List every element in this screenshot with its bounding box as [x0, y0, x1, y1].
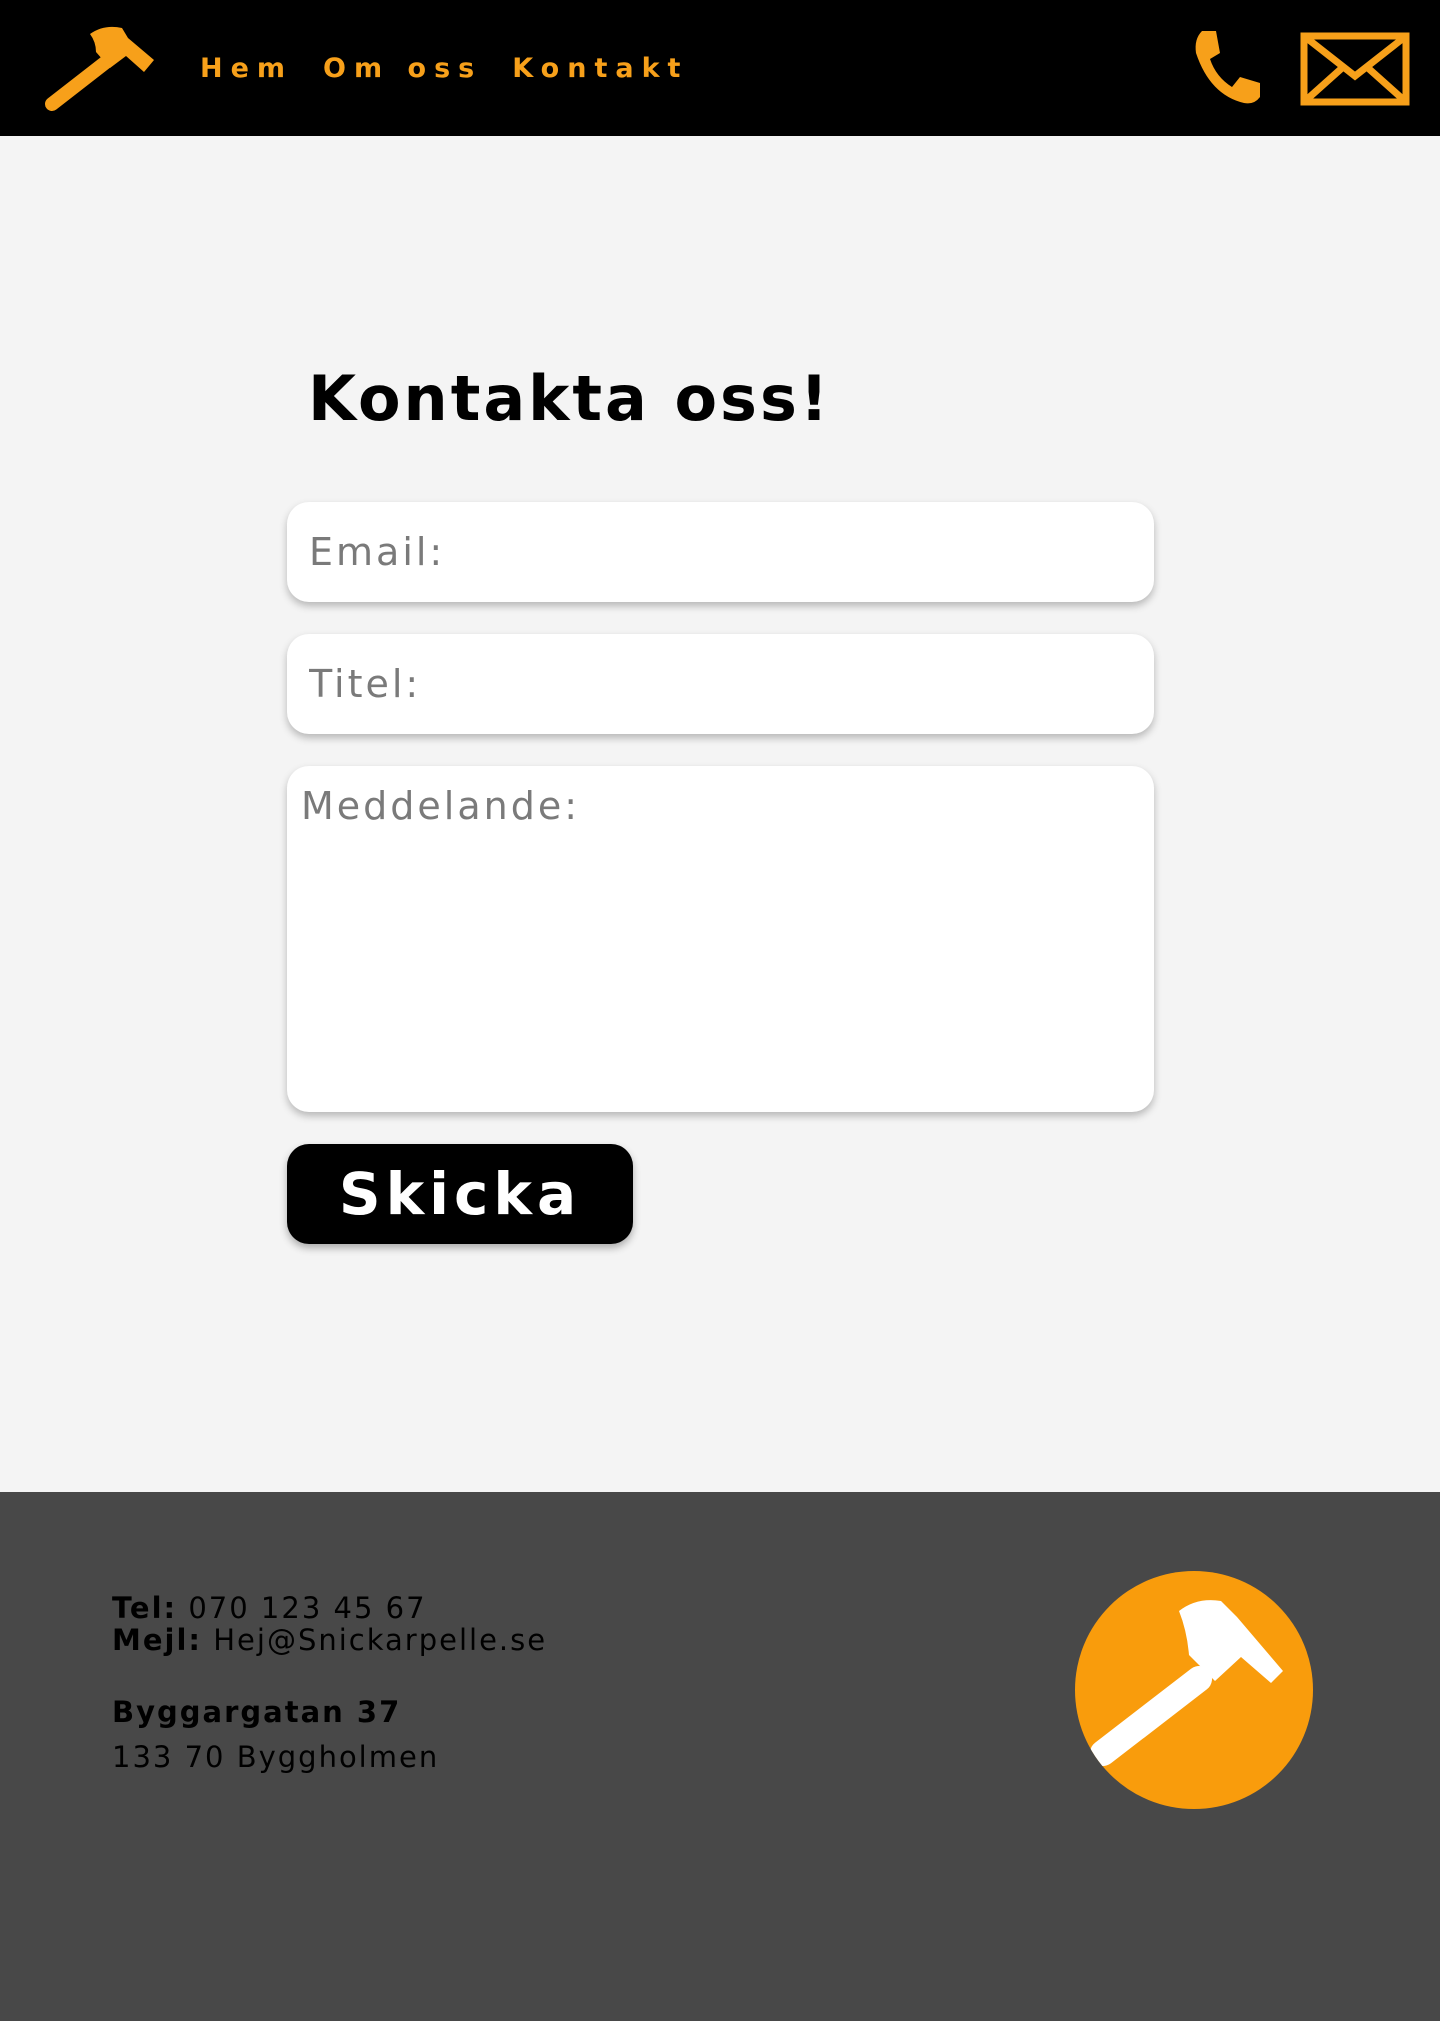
nav-link-kontakt[interactable]: Kontakt [512, 53, 688, 84]
footer-logo [1075, 1571, 1313, 1809]
phone-icon[interactable] [1190, 27, 1264, 105]
message-field[interactable] [287, 766, 1154, 1112]
footer-phone: Tel: 070 123 45 67 [112, 1592, 427, 1624]
footer-phone-value: 070 123 45 67 [188, 1591, 427, 1625]
mail-icon[interactable] [1300, 32, 1410, 106]
footer-email-value[interactable]: Hej@Snickarpelle.se [213, 1623, 547, 1657]
title-field[interactable] [287, 634, 1154, 734]
email-field[interactable] [287, 502, 1154, 602]
page-title: Kontakta oss! [308, 362, 832, 435]
footer-email: Mejl: Hej@Snickarpelle.se [112, 1624, 547, 1656]
footer-phone-label: Tel: [112, 1591, 178, 1625]
nav-link-om-oss[interactable]: Om oss [323, 53, 482, 84]
footer-city: 133 70 Byggholmen [112, 1740, 440, 1774]
footer-email-label: Mejl: [112, 1623, 203, 1657]
nav-link-hem[interactable]: Hem [200, 53, 293, 84]
hammer-logo-icon[interactable] [44, 22, 158, 114]
hammer-icon [45, 26, 154, 111]
main-nav: Hem Om oss Kontakt [200, 48, 718, 88]
footer-street: Byggargatan 37 [112, 1695, 402, 1729]
submit-button[interactable]: Skicka [287, 1144, 633, 1244]
site-header: Hem Om oss Kontakt [0, 0, 1440, 136]
hammer-icon [1090, 1600, 1283, 1766]
